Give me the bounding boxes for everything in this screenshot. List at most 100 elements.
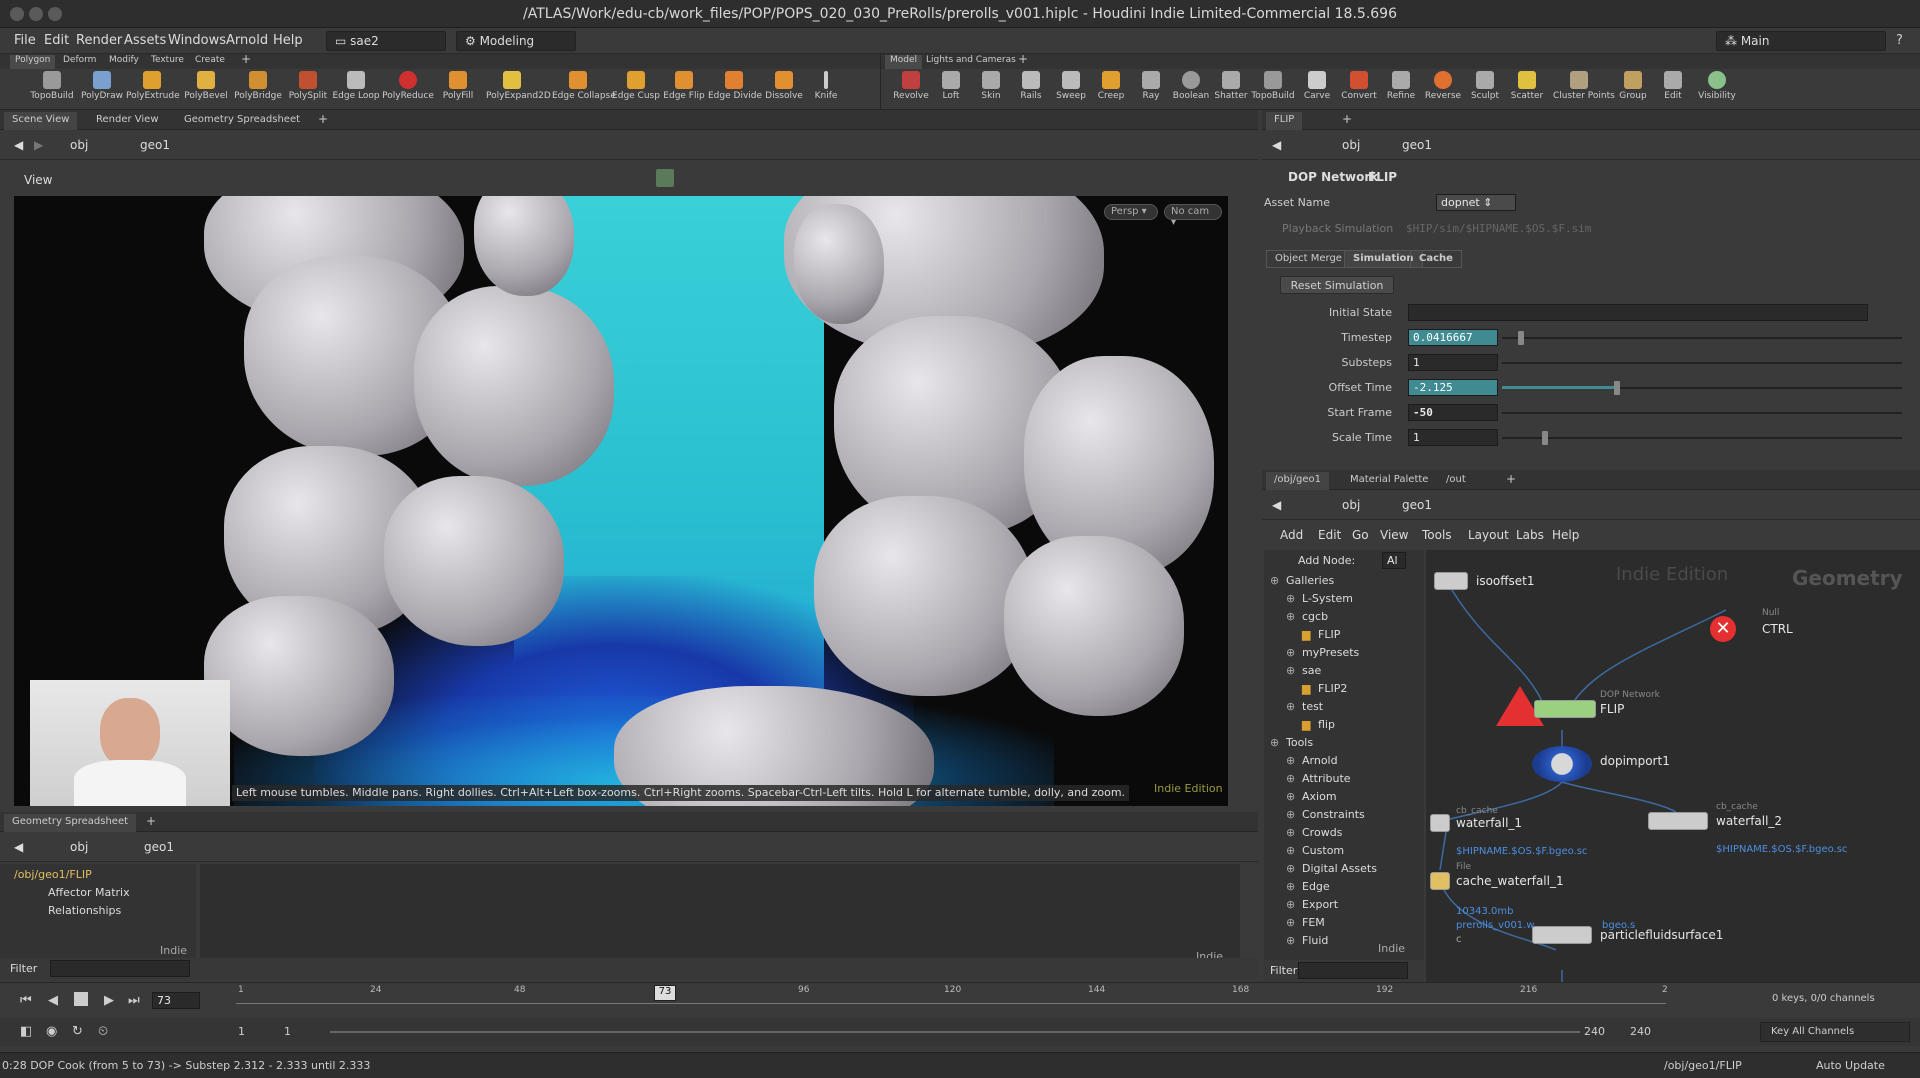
node-waterfall-2[interactable]	[1648, 812, 1708, 830]
back-arrow-icon[interactable]: ◀	[14, 840, 23, 854]
play-button[interactable]: ▶	[104, 993, 114, 1008]
gallery-item[interactable]: Digital Assets	[1302, 862, 1377, 875]
gallery-item[interactable]: Galleries	[1286, 574, 1334, 587]
gallery-item[interactable]: Custom	[1302, 844, 1344, 857]
net-menu-view[interactable]: View	[1380, 528, 1408, 542]
stop-button[interactable]	[74, 992, 88, 1006]
playhead[interactable]: 73	[654, 985, 676, 1001]
menu-windows[interactable]: Windows	[168, 33, 226, 48]
tab-material-palette[interactable]: Material Palette	[1342, 472, 1436, 490]
audio-icon[interactable]: ◉	[46, 1024, 57, 1039]
path-obj[interactable]: obj	[70, 138, 88, 152]
reset-simulation-button[interactable]: Reset Simulation	[1280, 276, 1394, 294]
offset-time-input[interactable]: -2.125	[1408, 379, 1498, 396]
net-menu-edit[interactable]: Edit	[1318, 528, 1341, 542]
snap-icon[interactable]	[656, 169, 674, 187]
timestep-input[interactable]: 0.0416667	[1408, 329, 1498, 346]
tab-geometry-spreadsheet-lower[interactable]: Geometry Spreadsheet	[4, 814, 137, 832]
gallery-item[interactable]: FLIP2	[1318, 682, 1347, 695]
add-shelf-tab-button[interactable]: +	[236, 52, 256, 66]
net-menu-help[interactable]: Help	[1552, 528, 1579, 542]
shelf-tab-create[interactable]: Create	[190, 55, 230, 69]
tree-item-flip[interactable]: /obj/geo1/FLIP	[14, 868, 92, 881]
path-geo1[interactable]: geo1	[1402, 138, 1432, 152]
add-tab-button[interactable]: +	[1334, 110, 1360, 128]
range-end-2[interactable]: 240	[1630, 1025, 1651, 1038]
back-arrow-icon[interactable]: ◀	[1272, 138, 1281, 152]
null-ctrl-node[interactable]: ✕	[1710, 616, 1736, 642]
tool-polyexpand2d[interactable]: PolyExpand2D	[486, 71, 551, 101]
add-tab-button[interactable]: +	[310, 110, 336, 128]
range-slider[interactable]	[330, 1031, 1580, 1033]
initial-state-input[interactable]	[1408, 304, 1868, 321]
range-start-2[interactable]: 1	[284, 1025, 291, 1038]
tool-polybevel[interactable]: PolyBevel	[180, 71, 232, 101]
net-menu-tools[interactable]: Tools	[1422, 528, 1452, 542]
menu-file[interactable]: File	[14, 33, 36, 48]
gallery-item[interactable]: FLIP	[1318, 628, 1340, 641]
gallery-item[interactable]: Edge	[1302, 880, 1330, 893]
add-tab-button[interactable]: +	[1498, 470, 1524, 488]
substeps-slider[interactable]	[1502, 362, 1902, 364]
node-waterfall-1[interactable]	[1430, 814, 1450, 832]
help-icon[interactable]: ?	[1896, 33, 1903, 48]
menu-arnold[interactable]: Arnold	[226, 33, 268, 48]
node-particlefluidsurface1[interactable]	[1532, 926, 1592, 944]
asset-name-dropdown[interactable]: dopnet ⇕	[1436, 194, 1516, 211]
tool-polybridge[interactable]: PolyBridge	[232, 71, 284, 101]
tool-knife[interactable]: Knife	[800, 71, 852, 101]
tool-polyextrude[interactable]: PolyExtrude	[126, 71, 180, 101]
key-all-channels-button[interactable]: Key All Channels	[1760, 1022, 1910, 1042]
add-tab-button[interactable]: +	[138, 812, 164, 830]
tab-out[interactable]: /out	[1438, 472, 1474, 490]
shelf-tab-polygon[interactable]: Polygon	[10, 55, 56, 69]
node-isooffset1[interactable]	[1434, 572, 1468, 590]
gallery-item[interactable]: Axiom	[1302, 790, 1337, 803]
path-obj[interactable]: obj	[70, 840, 88, 854]
substeps-input[interactable]: 1	[1408, 354, 1498, 371]
shelf-tab-model[interactable]: Model	[885, 55, 923, 69]
path-obj[interactable]: obj	[1342, 138, 1360, 152]
shelf-tab-lights-cameras[interactable]: Lights and Cameras	[921, 55, 1021, 69]
gallery-item[interactable]: L-System	[1302, 592, 1353, 605]
gallery-item[interactable]: cgcb	[1302, 610, 1328, 623]
tool-visibility[interactable]: Visibility	[1691, 71, 1743, 101]
timestep-slider[interactable]	[1502, 337, 1902, 339]
main-dropdown[interactable]: ⁂ Main	[1716, 31, 1886, 51]
offset-time-slider-knob[interactable]	[1614, 381, 1620, 395]
tool-topobuild[interactable]: TopoBuild	[26, 71, 78, 101]
back-arrow-icon[interactable]: ◀	[14, 138, 23, 152]
gallery-item[interactable]: Constraints	[1302, 808, 1365, 821]
tool-edge-collapse[interactable]: Edge Collapse	[552, 71, 616, 101]
tool-polydraw[interactable]: PolyDraw	[76, 71, 128, 101]
menu-help[interactable]: Help	[273, 33, 303, 48]
shelf-tab-modify[interactable]: Modify	[104, 55, 144, 69]
viewport[interactable]: Persp ▾ No cam ▾ Indie Edition	[14, 196, 1244, 806]
tool-cluster-points[interactable]: Cluster Points	[1553, 71, 1615, 101]
scale-time-input[interactable]: 1	[1408, 429, 1498, 446]
network-filter-input[interactable]	[1298, 962, 1408, 979]
node-graph[interactable]: Indie Edition Geometry isooffset1 Null ✕…	[1426, 550, 1920, 982]
tool-edge-cusp[interactable]: Edge Cusp	[610, 71, 662, 101]
tab-render-view[interactable]: Render View	[88, 112, 167, 130]
path-geo1[interactable]: geo1	[1402, 498, 1432, 512]
tree-item-affector-matrix[interactable]: Affector Matrix	[48, 886, 130, 899]
tab-flip[interactable]: FLIP	[1266, 112, 1303, 130]
net-menu-go[interactable]: Go	[1352, 528, 1369, 542]
menu-assets[interactable]: Assets	[124, 33, 166, 48]
tab-scene-view[interactable]: Scene View	[4, 112, 78, 130]
add-shelf-tab-button-right[interactable]: +	[1013, 52, 1033, 66]
path-geo1[interactable]: geo1	[140, 138, 170, 152]
menu-edit[interactable]: Edit	[44, 33, 69, 48]
tab-obj-geo1[interactable]: /obj/geo1	[1266, 472, 1329, 490]
menu-render[interactable]: Render	[76, 33, 122, 48]
node-flip[interactable]	[1534, 700, 1596, 718]
timestep-slider-knob[interactable]	[1518, 331, 1524, 345]
gallery-item[interactable]: test	[1302, 700, 1323, 713]
gallery-item[interactable]: Export	[1302, 898, 1338, 911]
net-menu-add[interactable]: Add	[1280, 528, 1303, 542]
gallery-item[interactable]: sae	[1302, 664, 1321, 677]
tool-scatter[interactable]: Scatter	[1501, 71, 1553, 101]
gallery-item[interactable]: Crowds	[1302, 826, 1342, 839]
tool-polyfill[interactable]: PolyFill	[432, 71, 484, 101]
